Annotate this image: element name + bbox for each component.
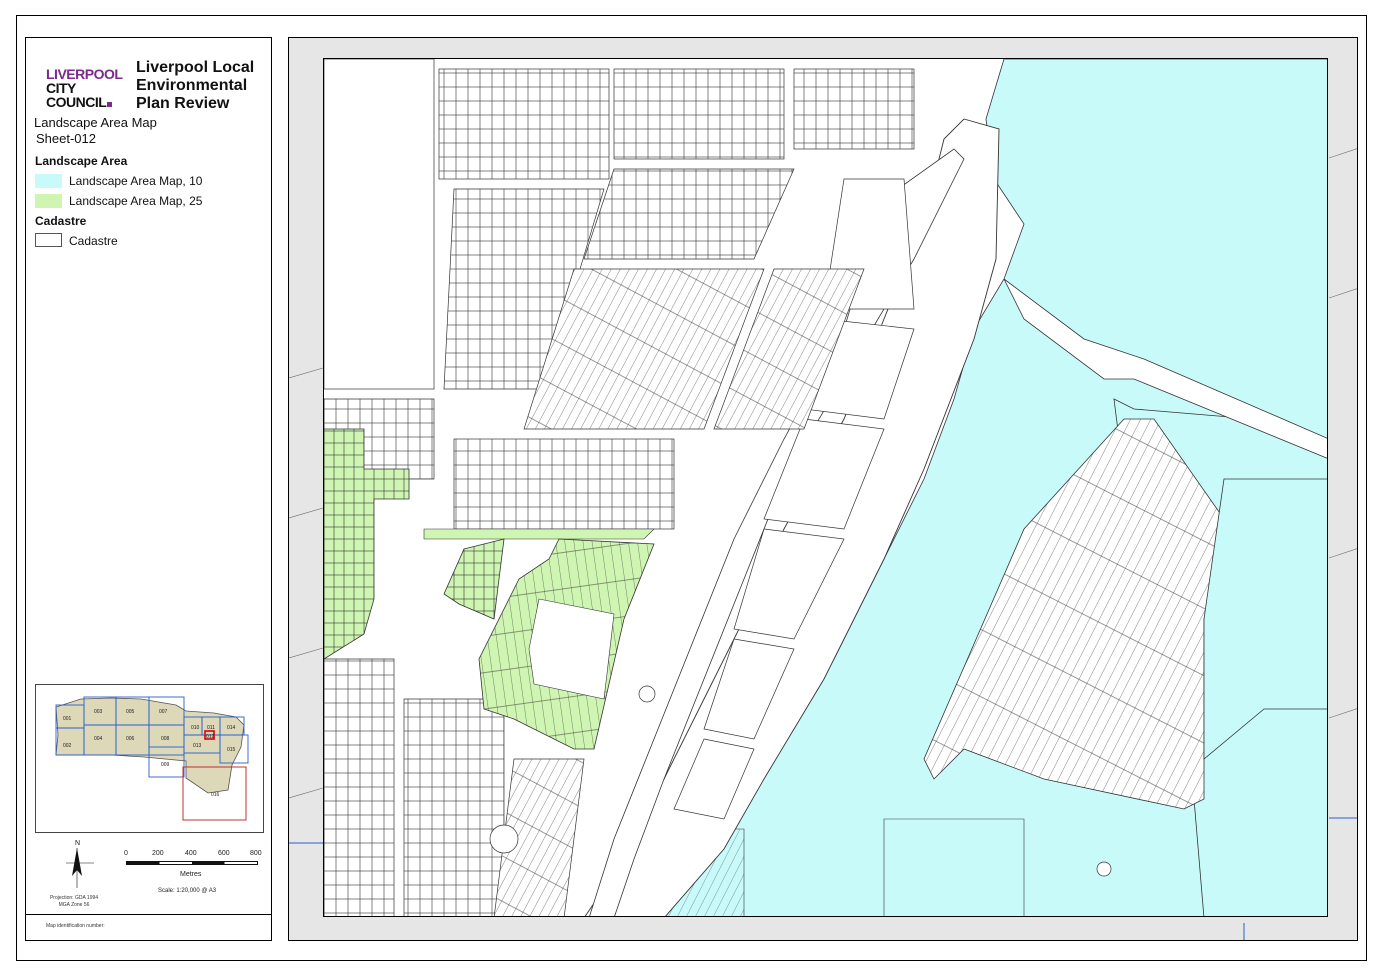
inset-label-014: 014 <box>227 725 236 731</box>
legend-swatch-map10 <box>35 174 62 188</box>
legend-label-map10: Landscape Area Map, 10 <box>69 174 203 188</box>
scale-tick-600: 600 <box>218 850 230 857</box>
inset-label-012: 012 <box>206 734 215 740</box>
cadastre-map-svg <box>324 59 1327 916</box>
scale-bar-graphic <box>126 861 258 865</box>
legend-panel: LIVERPOOL CITY COUNCIL Liverpool Local E… <box>25 37 272 941</box>
title-line-2: Environmental <box>136 77 248 94</box>
north-arrow: N <box>64 836 98 897</box>
id-divider <box>26 914 271 915</box>
sheet-number: Sheet-012 <box>36 131 96 146</box>
inset-label-007: 007 <box>159 709 168 715</box>
legend-label-cadastre: Cadastre <box>69 234 118 248</box>
cul-de-sac-3 <box>489 824 519 854</box>
scale-unit: Metres <box>180 871 202 878</box>
inset-label-005: 005 <box>126 709 135 715</box>
inset-label-015: 015 <box>227 747 236 753</box>
inset-label-013: 013 <box>193 743 202 749</box>
inset-label-010: 010 <box>191 725 200 731</box>
projection-line-1: Projection: GDA 1994 <box>49 895 99 901</box>
north-label: N <box>75 840 80 847</box>
projection-info: Projection: GDA 1994 MGA Zone 56 <box>44 895 104 909</box>
inset-label-003: 003 <box>94 709 103 715</box>
logo-line-3: COUNCIL <box>46 95 122 109</box>
cul-de-sac-2 <box>1096 861 1112 877</box>
title-line-3: Plan Review <box>136 95 230 112</box>
inset-label-004: 004 <box>94 736 103 742</box>
map-frame[interactable] <box>288 37 1358 941</box>
cadastre-heading: Cadastre <box>35 214 87 228</box>
inset-label-001: 001 <box>63 716 72 722</box>
legend-swatch-cadastre <box>35 233 62 247</box>
map-body[interactable] <box>323 58 1328 917</box>
projection-line-2: MGA Zone 56 <box>58 902 90 908</box>
scale-tick-800: 800 <box>250 850 262 857</box>
logo-line-1: LIVERPOOL <box>46 66 123 82</box>
inset-index-map: 001 002 003 004 005 006 007 008 009 010 … <box>35 684 264 833</box>
inset-label-008: 008 <box>161 736 170 742</box>
scale-tick-0: 0 <box>124 850 128 857</box>
inset-label-002: 002 <box>63 743 72 749</box>
logo-line-2: CITY <box>46 80 76 96</box>
cul-de-sac-1 <box>638 685 656 703</box>
scale-tick-400: 400 <box>185 850 197 857</box>
map-title: Liverpool Local Environmental Plan Revie… <box>136 59 266 113</box>
scale-ratio: Scale: 1:20,000 @ A3 <box>158 888 217 894</box>
legend-swatch-map25 <box>35 194 62 208</box>
legend-label-map25: Landscape Area Map, 25 <box>69 194 203 208</box>
inset-label-006: 006 <box>126 736 135 742</box>
landscape-area-heading: Landscape Area <box>35 154 128 168</box>
inset-label-009: 009 <box>161 762 170 768</box>
scale-tick-200: 200 <box>152 850 164 857</box>
map-subtitle: Landscape Area Map <box>34 115 157 130</box>
title-line-1: Liverpool Local <box>136 59 255 76</box>
map-id-label: Map identification number: <box>46 923 105 929</box>
inset-label-011: 011 <box>207 725 215 731</box>
council-logo: LIVERPOOL CITY COUNCIL <box>46 66 123 109</box>
inset-svg: 001 002 003 004 005 006 007 008 009 010 … <box>55 696 249 821</box>
inset-label-016: 016 <box>211 792 220 798</box>
